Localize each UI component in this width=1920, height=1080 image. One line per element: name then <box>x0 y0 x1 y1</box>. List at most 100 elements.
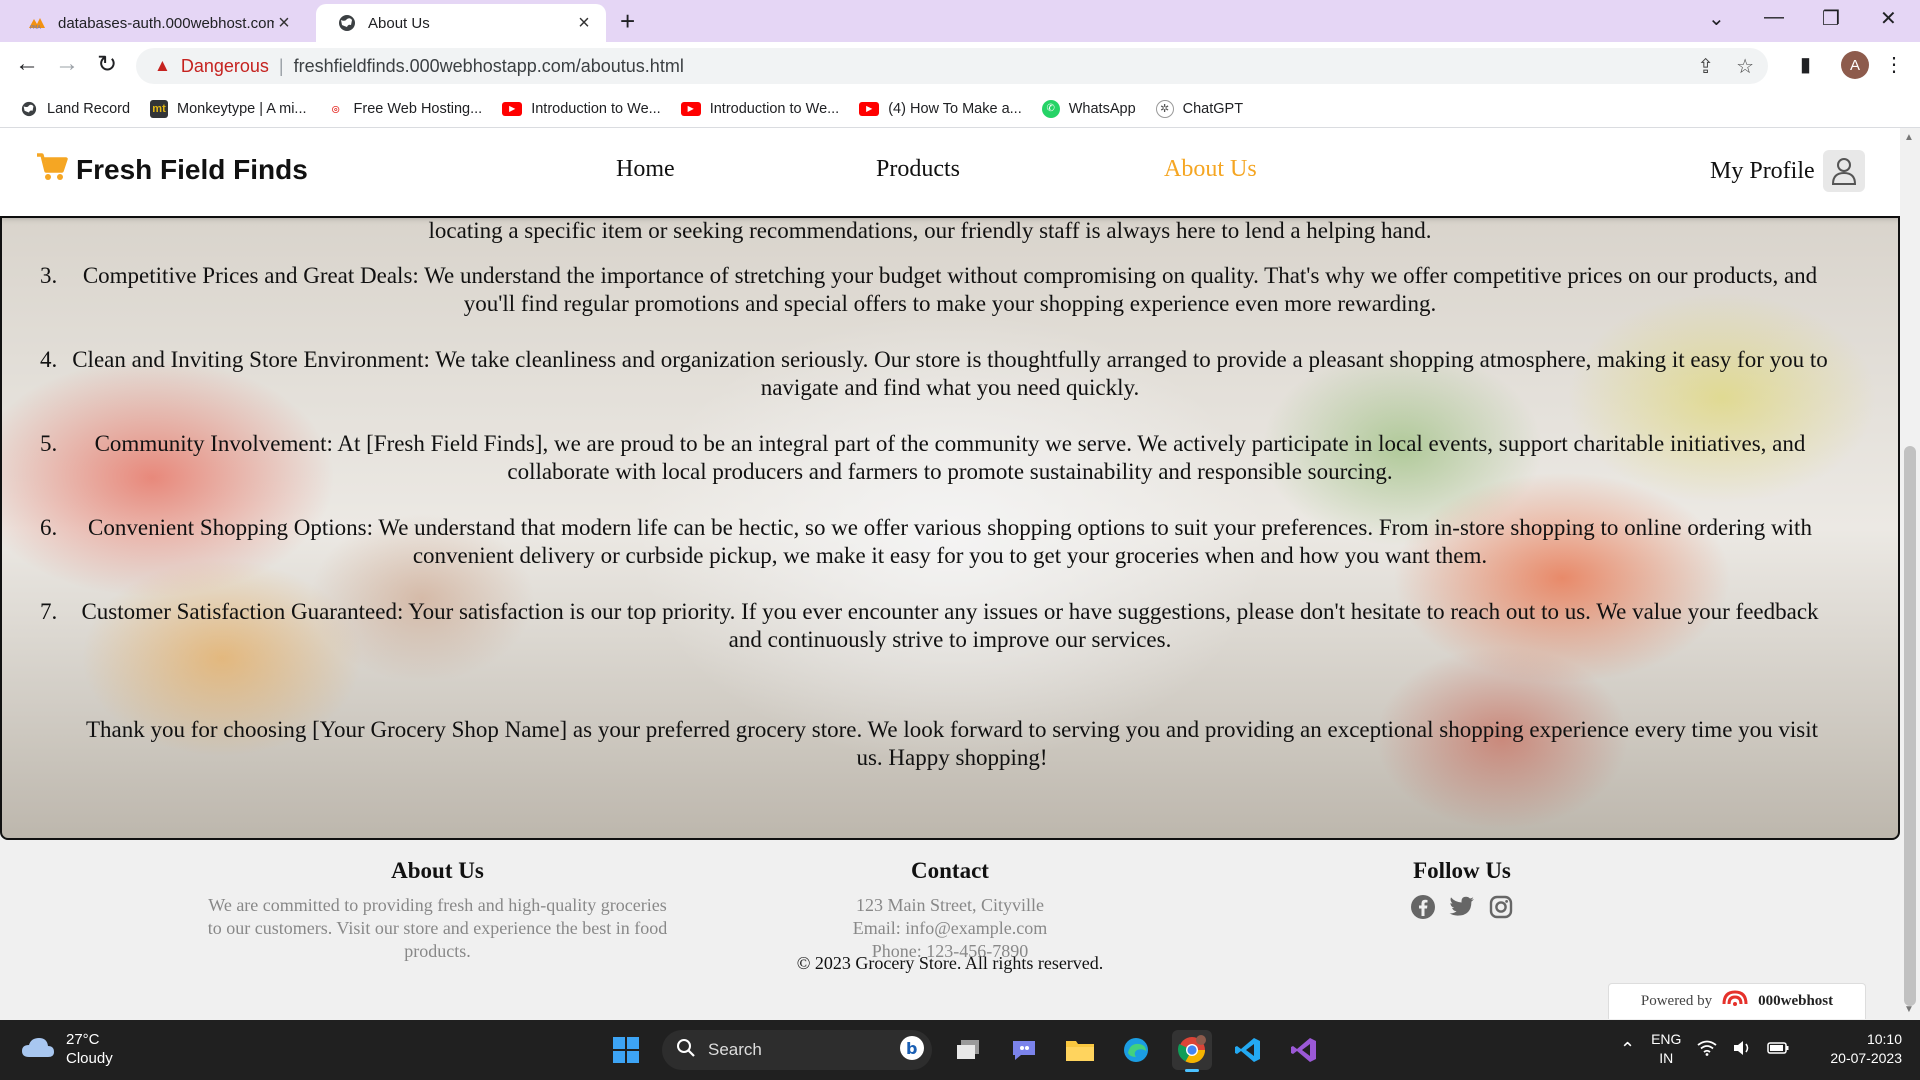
browser-tab-databases[interactable]: PMA databases-auth.000webhost.com × <box>6 4 306 42</box>
close-tab-icon[interactable]: × <box>574 12 594 35</box>
system-clock[interactable]: 10:10 20-07-2023 <box>1806 1030 1902 1068</box>
bookmark-item[interactable]: ✲ ChatGPT <box>1155 99 1244 118</box>
powered-by-badge[interactable]: Powered by 000webhost <box>1608 983 1866 1019</box>
scroll-down-icon[interactable]: ▼ <box>1904 1004 1914 1015</box>
page-scrollbar[interactable]: ▲ ▼ <box>1900 128 1920 1020</box>
minimize-icon[interactable]: — <box>1764 6 1784 29</box>
scroll-up-icon[interactable]: ▲ <box>1904 132 1914 143</box>
item-number: 4. <box>40 347 58 372</box>
bookmark-star-icon[interactable]: ☆ <box>1736 54 1754 79</box>
nav-about-us[interactable]: About Us <box>1164 156 1257 183</box>
temperature: 27°C <box>66 1031 100 1048</box>
side-panel-icon[interactable]: ▮ <box>1800 52 1811 77</box>
language-indicator[interactable]: ENG IN <box>1651 1030 1681 1068</box>
warning-icon[interactable]: ▲ <box>154 56 171 76</box>
teams-chat-icon[interactable] <box>1004 1030 1044 1070</box>
chevron-up-icon[interactable]: ⌃ <box>1620 1039 1635 1060</box>
url-text[interactable]: freshfieldfinds.000webhostapp.com/aboutu… <box>294 56 684 77</box>
footer-about: About Us We are committed to providing f… <box>200 858 675 963</box>
bookmark-item[interactable]: mt Monkeytype | A mi... <box>150 99 307 118</box>
language-code: ENG <box>1651 1031 1682 1047</box>
back-icon[interactable]: ← <box>12 50 42 78</box>
bookmark-label: (4) How To Make a... <box>888 100 1022 117</box>
wifi-icon[interactable] <box>1697 1040 1717 1059</box>
reload-icon[interactable]: ↻ <box>92 50 122 79</box>
brand[interactable]: Fresh Field Finds <box>36 152 308 187</box>
nav-home[interactable]: Home <box>616 156 675 183</box>
twitter-icon[interactable] <box>1448 894 1476 925</box>
chatgpt-icon: ✲ <box>1155 99 1174 118</box>
chrome-browser-icon[interactable] <box>1172 1030 1212 1072</box>
address-bar[interactable]: ▲ Dangerous | freshfieldfinds.000webhost… <box>136 48 1768 84</box>
item-text: Community Involvement: At [Fresh Field F… <box>94 431 1806 484</box>
footer-address: 123 Main Street, Cityville <box>856 895 1044 915</box>
close-tab-icon[interactable]: × <box>274 12 294 35</box>
thank-you-paragraph: Thank you for choosing [Your Grocery Sho… <box>85 717 1819 770</box>
browser-toolbar: ← → ↻ ▲ Dangerous | freshfieldfinds.000w… <box>0 42 1920 90</box>
vscode-icon[interactable] <box>1228 1030 1268 1070</box>
avatar[interactable]: A <box>1841 51 1869 79</box>
security-status[interactable]: Dangerous <box>181 56 269 77</box>
close-window-icon[interactable]: ✕ <box>1880 6 1897 31</box>
user-icon <box>1822 150 1865 192</box>
bookmark-label: Free Web Hosting... <box>353 100 483 117</box>
bookmark-item[interactable]: ▶ Introduction to We... <box>502 101 661 117</box>
weather-widget[interactable]: 27°C Cloudy <box>20 1030 113 1068</box>
youtube-icon: ▶ <box>859 101 880 116</box>
item-number: 6. <box>40 515 58 540</box>
windows-start-icon[interactable] <box>606 1030 646 1070</box>
menu-icon[interactable]: ⋮ <box>1884 52 1904 77</box>
whatsapp-icon: ✆ <box>1041 99 1060 118</box>
divider: | <box>278 55 284 76</box>
tab-title: databases-auth.000webhost.com <box>58 14 274 32</box>
svg-text:PMA: PMA <box>30 25 41 30</box>
task-view-icon[interactable] <box>948 1030 988 1070</box>
bookmark-item[interactable]: ▶ (4) How To Make a... <box>859 101 1022 117</box>
bookmark-label: Introduction to We... <box>531 100 661 117</box>
list-item: 5. Community Involvement: At [Fresh Fiel… <box>30 430 1830 486</box>
search-icon <box>676 1038 696 1063</box>
cloud-icon <box>20 1034 56 1065</box>
phpmyadmin-icon: PMA <box>28 14 46 32</box>
share-icon[interactable]: ⇪ <box>1697 54 1714 79</box>
bookmark-item[interactable]: ▶ Introduction to We... <box>680 100 840 117</box>
bookmark-label: ChatGPT <box>1182 100 1244 117</box>
my-profile-link[interactable]: My Profile <box>1710 150 1865 192</box>
instagram-icon[interactable] <box>1488 894 1514 925</box>
browser-tab-about-us[interactable]: About Us × <box>316 4 606 42</box>
site-footer: About Us We are committed to providing f… <box>0 840 1900 1020</box>
youtube-icon: ▶ <box>502 101 523 116</box>
battery-icon[interactable] <box>1767 1041 1789 1058</box>
list-item: 4. Clean and Inviting Store Environment:… <box>30 346 1830 402</box>
taskbar-search[interactable]: Search b <box>662 1030 932 1070</box>
bookmark-item[interactable]: ၜ Free Web Hosting... <box>327 99 483 118</box>
file-explorer-icon[interactable] <box>1060 1030 1100 1070</box>
powered-by-label: Powered by <box>1640 993 1713 1009</box>
facebook-icon[interactable] <box>1410 894 1436 925</box>
item-text: Customer Satisfaction Guaranteed: Your s… <box>81 599 1819 652</box>
tab-search-icon[interactable]: ⌄ <box>1708 6 1725 31</box>
footer-about-title: About Us <box>391 858 484 883</box>
list-item: 6. Convenient Shopping Options: We under… <box>30 514 1830 570</box>
region-code: IN <box>1659 1050 1674 1066</box>
restore-icon[interactable]: ❐ <box>1822 6 1840 31</box>
footer-follow: Follow Us <box>1312 858 1612 925</box>
windows-taskbar: 27°C Cloudy Search b ⌃ ENG IN 10:10 20-0… <box>0 1020 1920 1080</box>
volume-icon[interactable] <box>1733 1040 1751 1059</box>
forward-icon[interactable]: → <box>52 50 82 78</box>
site-header: Fresh Field Finds Home Products About Us… <box>0 128 1900 216</box>
address-bar-actions: ⇪ ☆ <box>1697 54 1754 79</box>
bookmark-item[interactable]: ✆ WhatsApp <box>1041 99 1136 118</box>
bookmarks-bar: Land Record mt Monkeytype | A mi... ၜ Fr… <box>0 90 1920 128</box>
edge-browser-icon[interactable] <box>1116 1030 1156 1070</box>
new-tab-icon[interactable]: + <box>620 6 635 37</box>
nav-products[interactable]: Products <box>876 156 960 183</box>
bookmark-label: Introduction to We... <box>709 100 840 117</box>
tab-title: About Us <box>368 14 430 32</box>
visual-studio-icon[interactable] <box>1284 1030 1324 1070</box>
powered-by-brand: 000webhost <box>1758 993 1834 1009</box>
browser-tab-bar: PMA databases-auth.000webhost.com × Abou… <box>0 0 1920 42</box>
bookmark-item[interactable]: Land Record <box>20 100 130 118</box>
scrollbar-thumb[interactable] <box>1904 446 1916 1006</box>
000webhost-icon: ၜ <box>331 99 341 117</box>
